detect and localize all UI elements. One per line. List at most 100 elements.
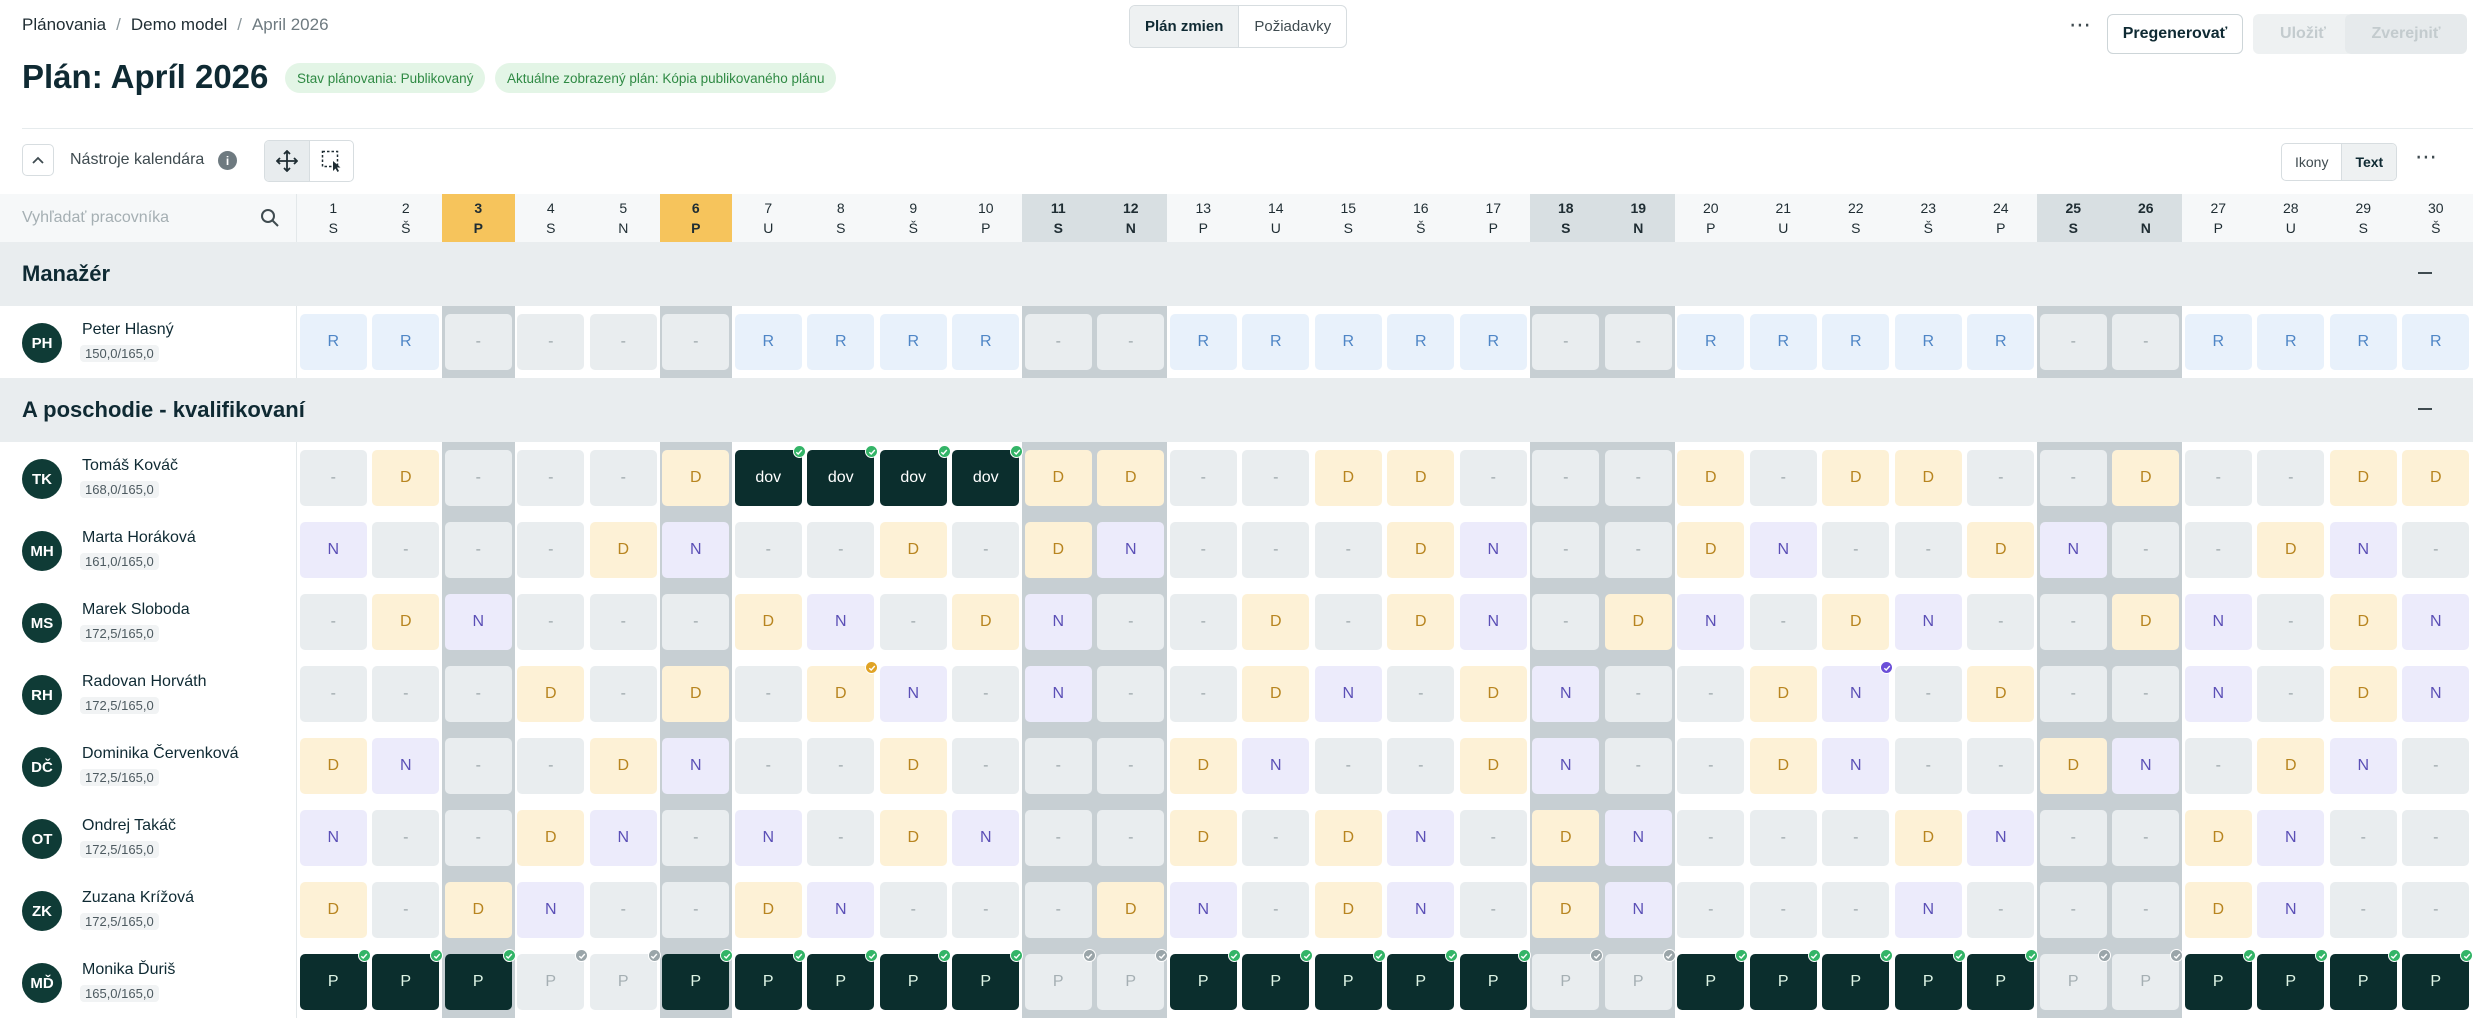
shift-cell[interactable]: - (1532, 314, 1600, 370)
shift-cell[interactable]: - (1604, 738, 1672, 794)
shift-cell[interactable]: - (1024, 810, 1092, 866)
collapse-group-icon[interactable] (2418, 408, 2432, 410)
shift-cell[interactable]: P (2184, 949, 2256, 1010)
shift-cell[interactable]: - (1677, 738, 1745, 794)
shift-cell[interactable]: R (1677, 314, 1745, 370)
shift-cell[interactable]: - (662, 594, 730, 650)
shift-cell[interactable]: - (2402, 738, 2470, 794)
shift-cell[interactable]: R (1822, 314, 1890, 370)
shift-cell[interactable]: P (1387, 949, 1459, 1010)
shift-cell[interactable]: - (2184, 522, 2252, 578)
shift-cell[interactable]: - (299, 594, 367, 650)
mode-icons[interactable]: Ikony (2282, 144, 2341, 180)
shift-cell[interactable]: - (1677, 810, 1745, 866)
shift-cell[interactable]: N (299, 522, 367, 578)
shift-cell[interactable]: N (2402, 666, 2470, 722)
shift-cell[interactable]: R (1894, 314, 1962, 370)
shift-cell[interactable]: - (1459, 810, 1527, 866)
shift-cell[interactable]: - (444, 522, 512, 578)
shift-cell[interactable]: - (1604, 450, 1672, 506)
shift-cell[interactable]: - (517, 314, 585, 370)
shift-cell[interactable]: D (1967, 522, 2035, 578)
shift-cell[interactable]: - (1749, 810, 1817, 866)
shift-cell[interactable]: D (879, 738, 947, 794)
shift-cell[interactable]: N (1459, 594, 1527, 650)
shift-cell[interactable]: - (879, 882, 947, 938)
shift-cell[interactable]: - (952, 666, 1020, 722)
shift-cell[interactable]: - (1604, 666, 1672, 722)
shift-cell[interactable]: D (372, 450, 440, 506)
shift-cell[interactable]: - (879, 594, 947, 650)
shift-cell[interactable]: - (1024, 738, 1092, 794)
shift-cell[interactable]: N (1459, 522, 1527, 578)
employee-name[interactable]: Tomáš Kováč (82, 457, 178, 475)
shift-cell[interactable]: - (2112, 882, 2180, 938)
shift-cell[interactable]: N (1749, 522, 1817, 578)
shift-cell[interactable]: N (1677, 594, 1745, 650)
shift-cell[interactable]: D (589, 738, 657, 794)
shift-cell[interactable]: - (734, 522, 802, 578)
shift-cell[interactable]: - (2039, 594, 2107, 650)
shift-cell[interactable]: R (372, 314, 440, 370)
shift-cell[interactable]: - (662, 314, 730, 370)
shift-cell[interactable]: - (299, 666, 367, 722)
shift-cell[interactable]: P (299, 949, 371, 1010)
mode-text[interactable]: Text (2341, 144, 2397, 180)
shift-cell[interactable]: P (1822, 949, 1894, 1010)
shift-cell[interactable]: D (1459, 738, 1527, 794)
shift-cell[interactable]: R (2402, 314, 2470, 370)
shift-cell[interactable]: P (2257, 949, 2329, 1010)
shift-cell[interactable]: N (2039, 522, 2107, 578)
shift-cell[interactable]: P (879, 949, 951, 1010)
shift-cell[interactable]: N (807, 594, 875, 650)
shift-cell[interactable]: - (1097, 594, 1165, 650)
shift-cell[interactable]: P (1967, 949, 2039, 1010)
shift-cell[interactable]: - (372, 882, 440, 938)
shift-cell[interactable]: D (1024, 522, 1092, 578)
shift-cell[interactable]: R (1967, 314, 2035, 370)
shift-cell[interactable]: - (2402, 810, 2470, 866)
shift-cell[interactable]: - (372, 666, 440, 722)
shift-cell[interactable]: - (2184, 738, 2252, 794)
tab-requests[interactable]: Požiadavky (1238, 6, 1346, 47)
shift-cell[interactable]: P (517, 949, 589, 1010)
shift-cell[interactable]: N (589, 810, 657, 866)
shift-cell[interactable]: N (1387, 810, 1455, 866)
breadcrumb-item-plans[interactable]: Plánovania (22, 15, 106, 35)
shift-cell[interactable]: R (1242, 314, 1310, 370)
shift-cell[interactable]: - (1024, 882, 1092, 938)
shift-cell[interactable]: R (1387, 314, 1455, 370)
shift-cell[interactable]: P (1604, 949, 1676, 1010)
shift-cell[interactable]: - (807, 810, 875, 866)
shift-cell[interactable]: - (1894, 738, 1962, 794)
shift-cell[interactable]: D (1894, 450, 1962, 506)
shift-cell[interactable]: D (1097, 882, 1165, 938)
employee-name[interactable]: Dominika Červenková (82, 745, 239, 763)
shift-cell[interactable]: - (1242, 810, 1310, 866)
shift-cell[interactable]: - (1097, 666, 1165, 722)
more-tools-icon[interactable]: ⋯ (2414, 146, 2438, 172)
shift-cell[interactable]: - (734, 666, 802, 722)
regenerate-button[interactable]: Pregenerovať (2107, 14, 2243, 54)
shift-cell[interactable]: D (1314, 882, 1382, 938)
shift-cell[interactable]: - (2257, 450, 2325, 506)
shift-cell[interactable]: D (299, 882, 367, 938)
shift-cell[interactable]: D (952, 594, 1020, 650)
shift-cell[interactable]: D (879, 810, 947, 866)
shift-cell[interactable]: P (372, 949, 444, 1010)
shift-cell[interactable]: N (1532, 666, 1600, 722)
shift-cell[interactable]: - (372, 522, 440, 578)
shift-cell[interactable]: P (1169, 949, 1241, 1010)
shift-cell[interactable]: N (879, 666, 947, 722)
shift-cell[interactable]: D (1894, 810, 1962, 866)
shift-cell[interactable]: - (1532, 522, 1600, 578)
select-tool-button[interactable] (309, 141, 353, 181)
shift-cell[interactable]: D (2329, 666, 2397, 722)
shift-cell[interactable]: N (2184, 666, 2252, 722)
shift-cell[interactable]: P (2112, 949, 2184, 1010)
shift-cell[interactable]: - (517, 522, 585, 578)
shift-cell[interactable]: D (734, 594, 802, 650)
shift-cell[interactable]: N (1169, 882, 1237, 938)
shift-cell[interactable]: N (2257, 810, 2325, 866)
shift-cell[interactable]: D (589, 522, 657, 578)
